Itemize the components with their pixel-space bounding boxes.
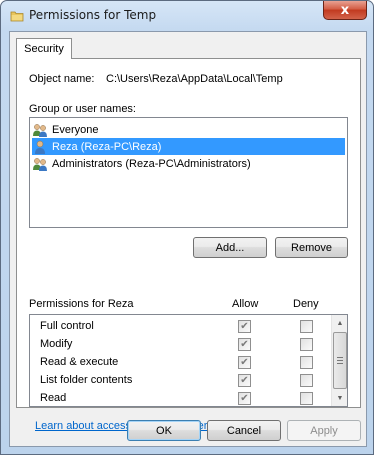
- checkmark-icon: ✔: [240, 374, 249, 386]
- deny-header: Deny: [293, 298, 319, 310]
- permission-label: Read: [40, 392, 67, 404]
- scroll-up-icon[interactable]: ▲: [332, 315, 347, 331]
- close-icon: x: [340, 2, 350, 18]
- checkmark-icon: ✔: [240, 356, 249, 368]
- users-group-icon: [32, 156, 48, 172]
- allow-checkbox[interactable]: ✔: [238, 374, 251, 387]
- user-item-label: Reza (Reza-PC\Reza): [50, 139, 164, 154]
- ok-button[interactable]: OK: [127, 420, 201, 441]
- allow-checkbox[interactable]: ✔: [238, 338, 251, 351]
- user-item-everyone[interactable]: Everyone: [32, 121, 100, 138]
- permission-row-list-folder-contents: List folder contents ✔: [30, 372, 332, 390]
- allow-header: Allow: [232, 298, 259, 310]
- deny-checkbox[interactable]: [300, 338, 313, 351]
- remove-button-label: Remove: [291, 241, 332, 254]
- cancel-button[interactable]: Cancel: [207, 420, 281, 441]
- object-name-value: C:\Users\Reza\AppData\Local\Temp: [106, 73, 283, 85]
- user-item-label: Everyone: [52, 123, 99, 136]
- deny-checkbox[interactable]: [300, 392, 313, 405]
- close-button[interactable]: x: [323, 1, 367, 20]
- folder-icon: [10, 9, 24, 23]
- add-button[interactable]: Add...: [193, 237, 267, 258]
- user-item-reza[interactable]: Reza (Reza-PC\Reza): [32, 138, 345, 155]
- permission-label: List folder contents: [40, 374, 133, 386]
- deny-checkbox[interactable]: [300, 374, 313, 387]
- remove-button[interactable]: Remove: [275, 237, 348, 258]
- title-bar[interactable]: Permissions for Temp x: [1, 1, 373, 31]
- users-group-icon: [32, 122, 48, 138]
- cancel-button-label: Cancel: [226, 424, 262, 437]
- security-tab-panel: Object name: C:\Users\Reza\AppData\Local…: [16, 58, 361, 432]
- allow-checkbox[interactable]: ✔: [238, 320, 251, 333]
- window-title: Permissions for Temp: [29, 8, 157, 22]
- add-button-label: Add...: [215, 241, 245, 254]
- permissions-list: Full control ✔ Modify ✔ Read & execute ✔…: [29, 314, 348, 407]
- tab-security[interactable]: Security: [16, 38, 72, 59]
- checkmark-icon: ✔: [240, 338, 249, 350]
- apply-button[interactable]: Apply: [287, 420, 361, 441]
- ok-button-label: OK: [156, 424, 172, 437]
- permission-label: Modify: [40, 338, 73, 350]
- permission-row-read: Read ✔: [30, 390, 332, 406]
- permissions-label: Permissions for Reza: [29, 298, 134, 310]
- group-names-label: Group or user names:: [29, 103, 136, 115]
- user-item-administrators[interactable]: Administrators (Reza-PC\Administrators): [32, 155, 253, 172]
- dialog-client-area: Security Object name: C:\Users\Reza\AppD…: [9, 31, 367, 447]
- checkmark-icon: ✔: [240, 320, 249, 332]
- user-icon: [32, 139, 48, 155]
- permissions-scrollbar[interactable]: ▲ ▼: [331, 315, 347, 406]
- user-list[interactable]: Everyone Reza (Reza-PC\Reza) Administrat…: [29, 117, 348, 228]
- permissions-dialog: Permissions for Temp x Security Object n…: [0, 0, 374, 455]
- checkmark-icon: ✔: [240, 392, 249, 404]
- allow-checkbox[interactable]: ✔: [238, 356, 251, 369]
- scroll-down-icon[interactable]: ▼: [332, 390, 347, 406]
- permission-row-modify: Modify ✔: [30, 336, 332, 354]
- grip-icon: [337, 357, 343, 364]
- allow-checkbox[interactable]: ✔: [238, 392, 251, 405]
- tab-label: Security: [24, 43, 64, 55]
- scroll-thumb[interactable]: [333, 332, 347, 389]
- permission-row-full-control: Full control ✔: [30, 318, 332, 336]
- user-item-label: Administrators (Reza-PC\Administrators): [52, 157, 251, 170]
- permission-label: Full control: [40, 320, 94, 332]
- object-name-label: Object name:: [29, 73, 95, 85]
- deny-checkbox[interactable]: [300, 356, 313, 369]
- apply-button-label: Apply: [310, 424, 338, 437]
- permission-label: Read & execute: [40, 356, 119, 368]
- deny-checkbox[interactable]: [300, 320, 313, 333]
- permission-row-read-execute: Read & execute ✔: [30, 354, 332, 372]
